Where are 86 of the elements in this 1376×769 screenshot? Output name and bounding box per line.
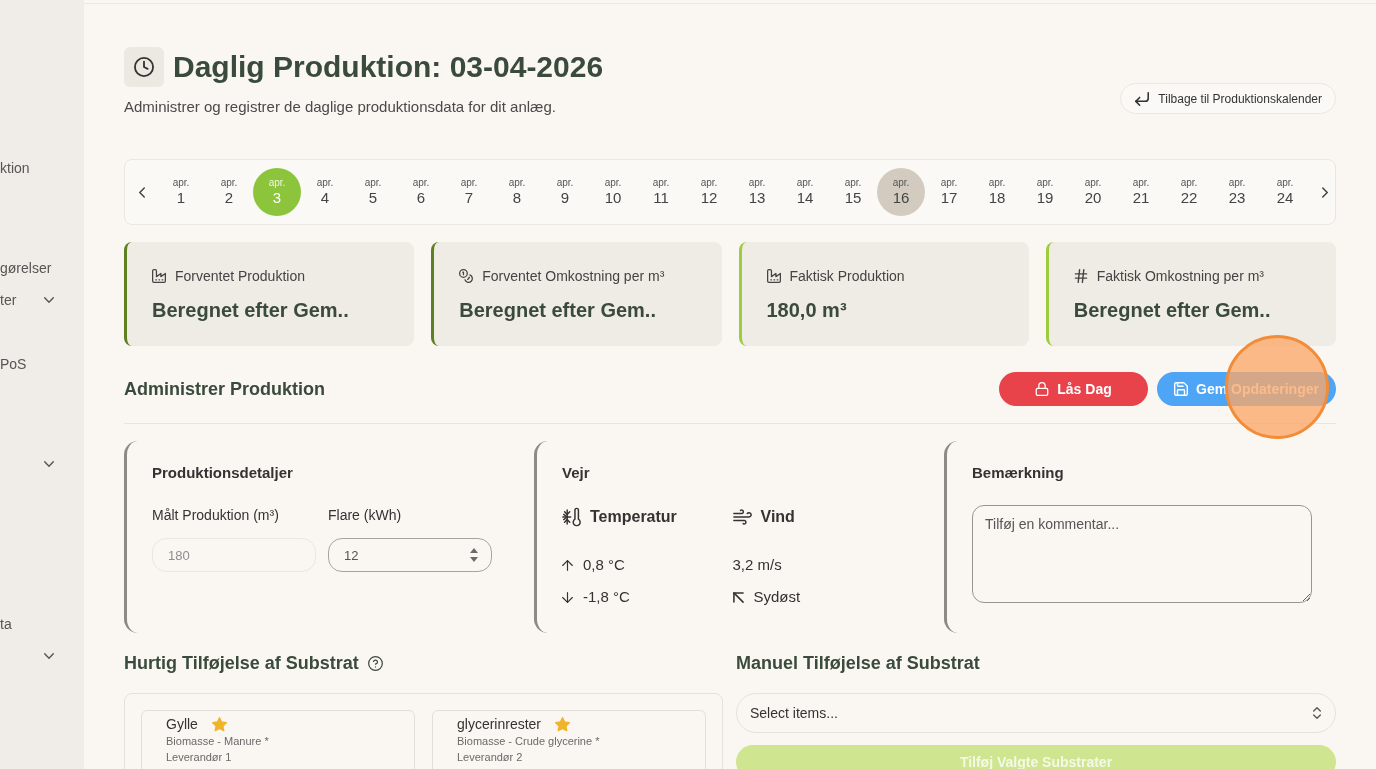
clock-icon — [124, 47, 164, 87]
date-button[interactable]: apr. 18 — [973, 168, 1021, 216]
card-label: Faktisk Produktion — [789, 267, 905, 286]
field-label: Flare (kWh) — [328, 506, 403, 525]
substrate-category: Biomasse - Crude glycerine * — [457, 734, 601, 749]
sidebar-item[interactable]: PoS — [0, 348, 54, 380]
number-field[interactable]: 12 — [328, 538, 492, 572]
panel-title: Vejr — [562, 463, 591, 483]
date-button[interactable]: apr. 15 — [829, 168, 877, 216]
field-label: Målt Produktion (m³) — [152, 506, 280, 525]
select-dropdown[interactable]: Select items... — [736, 693, 1336, 733]
sidebar-item[interactable]: ta — [0, 608, 54, 640]
star-icon[interactable] — [555, 716, 571, 732]
substrate-supplier: Leverandør 2 — [457, 750, 524, 765]
substrate-card[interactable]: Gylle Biomasse - Manure * Leverandør 1 — [141, 710, 415, 769]
arrow-up-left-icon — [732, 591, 744, 603]
wind-icon — [732, 508, 752, 526]
lock-icon — [1035, 382, 1050, 396]
thermometer-icon — [562, 508, 581, 526]
weather-label: Vind — [760, 507, 795, 527]
card-value: Beregnet efter Gem.. — [152, 298, 350, 322]
card-label: Forventet Omkostning per m³ — [482, 267, 665, 286]
date-button[interactable]: apr. 22 — [1165, 168, 1213, 216]
star-icon[interactable] — [211, 716, 227, 732]
sidebar-item[interactable]: gørelser — [0, 252, 54, 284]
date-button[interactable]: apr. 13 — [733, 168, 781, 216]
date-button[interactable]: apr. 16 — [877, 168, 925, 216]
sidebar-item[interactable]: ter — [0, 284, 54, 316]
date-button[interactable]: apr. 14 — [781, 168, 829, 216]
date-button[interactable]: apr. 12 — [685, 168, 733, 216]
chevron-right-icon — [1321, 186, 1328, 198]
date-button[interactable]: apr. 10 — [589, 168, 637, 216]
date-button[interactable]: apr. 17 — [925, 168, 973, 216]
section-title: Manuel Tilføjelse af Substrat — [736, 652, 980, 675]
date-button[interactable]: apr. 20 — [1069, 168, 1117, 216]
date-button[interactable]: apr. 11 — [637, 168, 685, 216]
lock-day-button[interactable]: Lås Dag — [999, 372, 1148, 406]
date-button[interactable]: apr. 6 — [397, 168, 445, 216]
page-title: Daglig Produktion: 03-04-2026 — [173, 49, 604, 85]
weather-reading: 3,2 m/s — [732, 555, 782, 575]
weather-label: Temperatur — [590, 507, 677, 527]
sidebar-item[interactable]: ktion — [0, 152, 54, 184]
panel-title: Produktionsdetaljer — [152, 463, 294, 483]
factory-icon — [152, 269, 166, 283]
section-title: Hurtig Tilføjelse af Substrat — [124, 652, 359, 675]
substrate-name: Gylle — [166, 715, 198, 733]
date-button[interactable]: apr. 4 — [301, 168, 349, 216]
factory-icon — [766, 269, 781, 283]
date-button[interactable]: apr. 9 — [541, 168, 589, 216]
comment-field[interactable]: Tilføj en kommentar... — [972, 505, 1312, 603]
date-button[interactable]: apr. 7 — [445, 168, 493, 216]
date-button[interactable]: apr. 24 — [1261, 168, 1309, 216]
card-value: Beregnet efter Gem.. — [459, 298, 657, 322]
date-button[interactable]: apr. 23 — [1213, 168, 1261, 216]
card-value: 180,0 m³ — [766, 298, 848, 322]
substrate-supplier: Leverandør 1 — [166, 750, 233, 765]
return-arrow-icon — [1135, 91, 1150, 106]
chevron-down-icon[interactable] — [44, 461, 54, 467]
chevrons-up-down-icon — [1313, 707, 1321, 719]
coins-icon — [459, 269, 474, 283]
card-label: Forventet Produktion — [175, 267, 305, 286]
card-label: Faktisk Omkostning per m³ — [1096, 267, 1264, 286]
card-value: Beregnet efter Gem.. — [1073, 298, 1272, 322]
weather-reading: Sydøst — [753, 587, 801, 607]
chevron-down-icon[interactable] — [44, 653, 54, 659]
section-title: Administrer Produktion — [124, 378, 325, 401]
spinner-icon[interactable] — [470, 548, 478, 562]
date-button[interactable]: apr. 2 — [205, 168, 253, 216]
date-button[interactable]: apr. 21 — [1117, 168, 1165, 216]
date-button[interactable]: apr. 19 — [1021, 168, 1069, 216]
substrate-name: glycerinrester — [457, 715, 542, 733]
substrate-card[interactable]: glycerinrester Biomasse - Crude glycerine * Leverandør 2 — [432, 710, 706, 769]
chevron-left-icon — [138, 186, 145, 198]
substrate-category: Biomasse - Manure * — [166, 734, 270, 749]
date-button[interactable]: apr. 5 — [349, 168, 397, 216]
arrow-down-icon — [562, 591, 573, 603]
panel-title: Bemærkning — [972, 463, 1065, 483]
date-button[interactable]: apr. 1 — [157, 168, 205, 216]
weather-reading: 0,8 °C — [583, 555, 625, 575]
date-button[interactable]: apr. 8 — [493, 168, 541, 216]
hash-icon — [1073, 269, 1088, 283]
page-subtitle: Administrer og registrer de daglige produktionsdata for dit anlæg. — [124, 97, 557, 117]
save-icon — [1174, 382, 1189, 396]
weather-reading: -1,8 °C — [583, 587, 630, 607]
help-icon[interactable] — [367, 655, 383, 671]
back-button[interactable]: Tilbage til Produktionskalender — [1120, 83, 1336, 114]
